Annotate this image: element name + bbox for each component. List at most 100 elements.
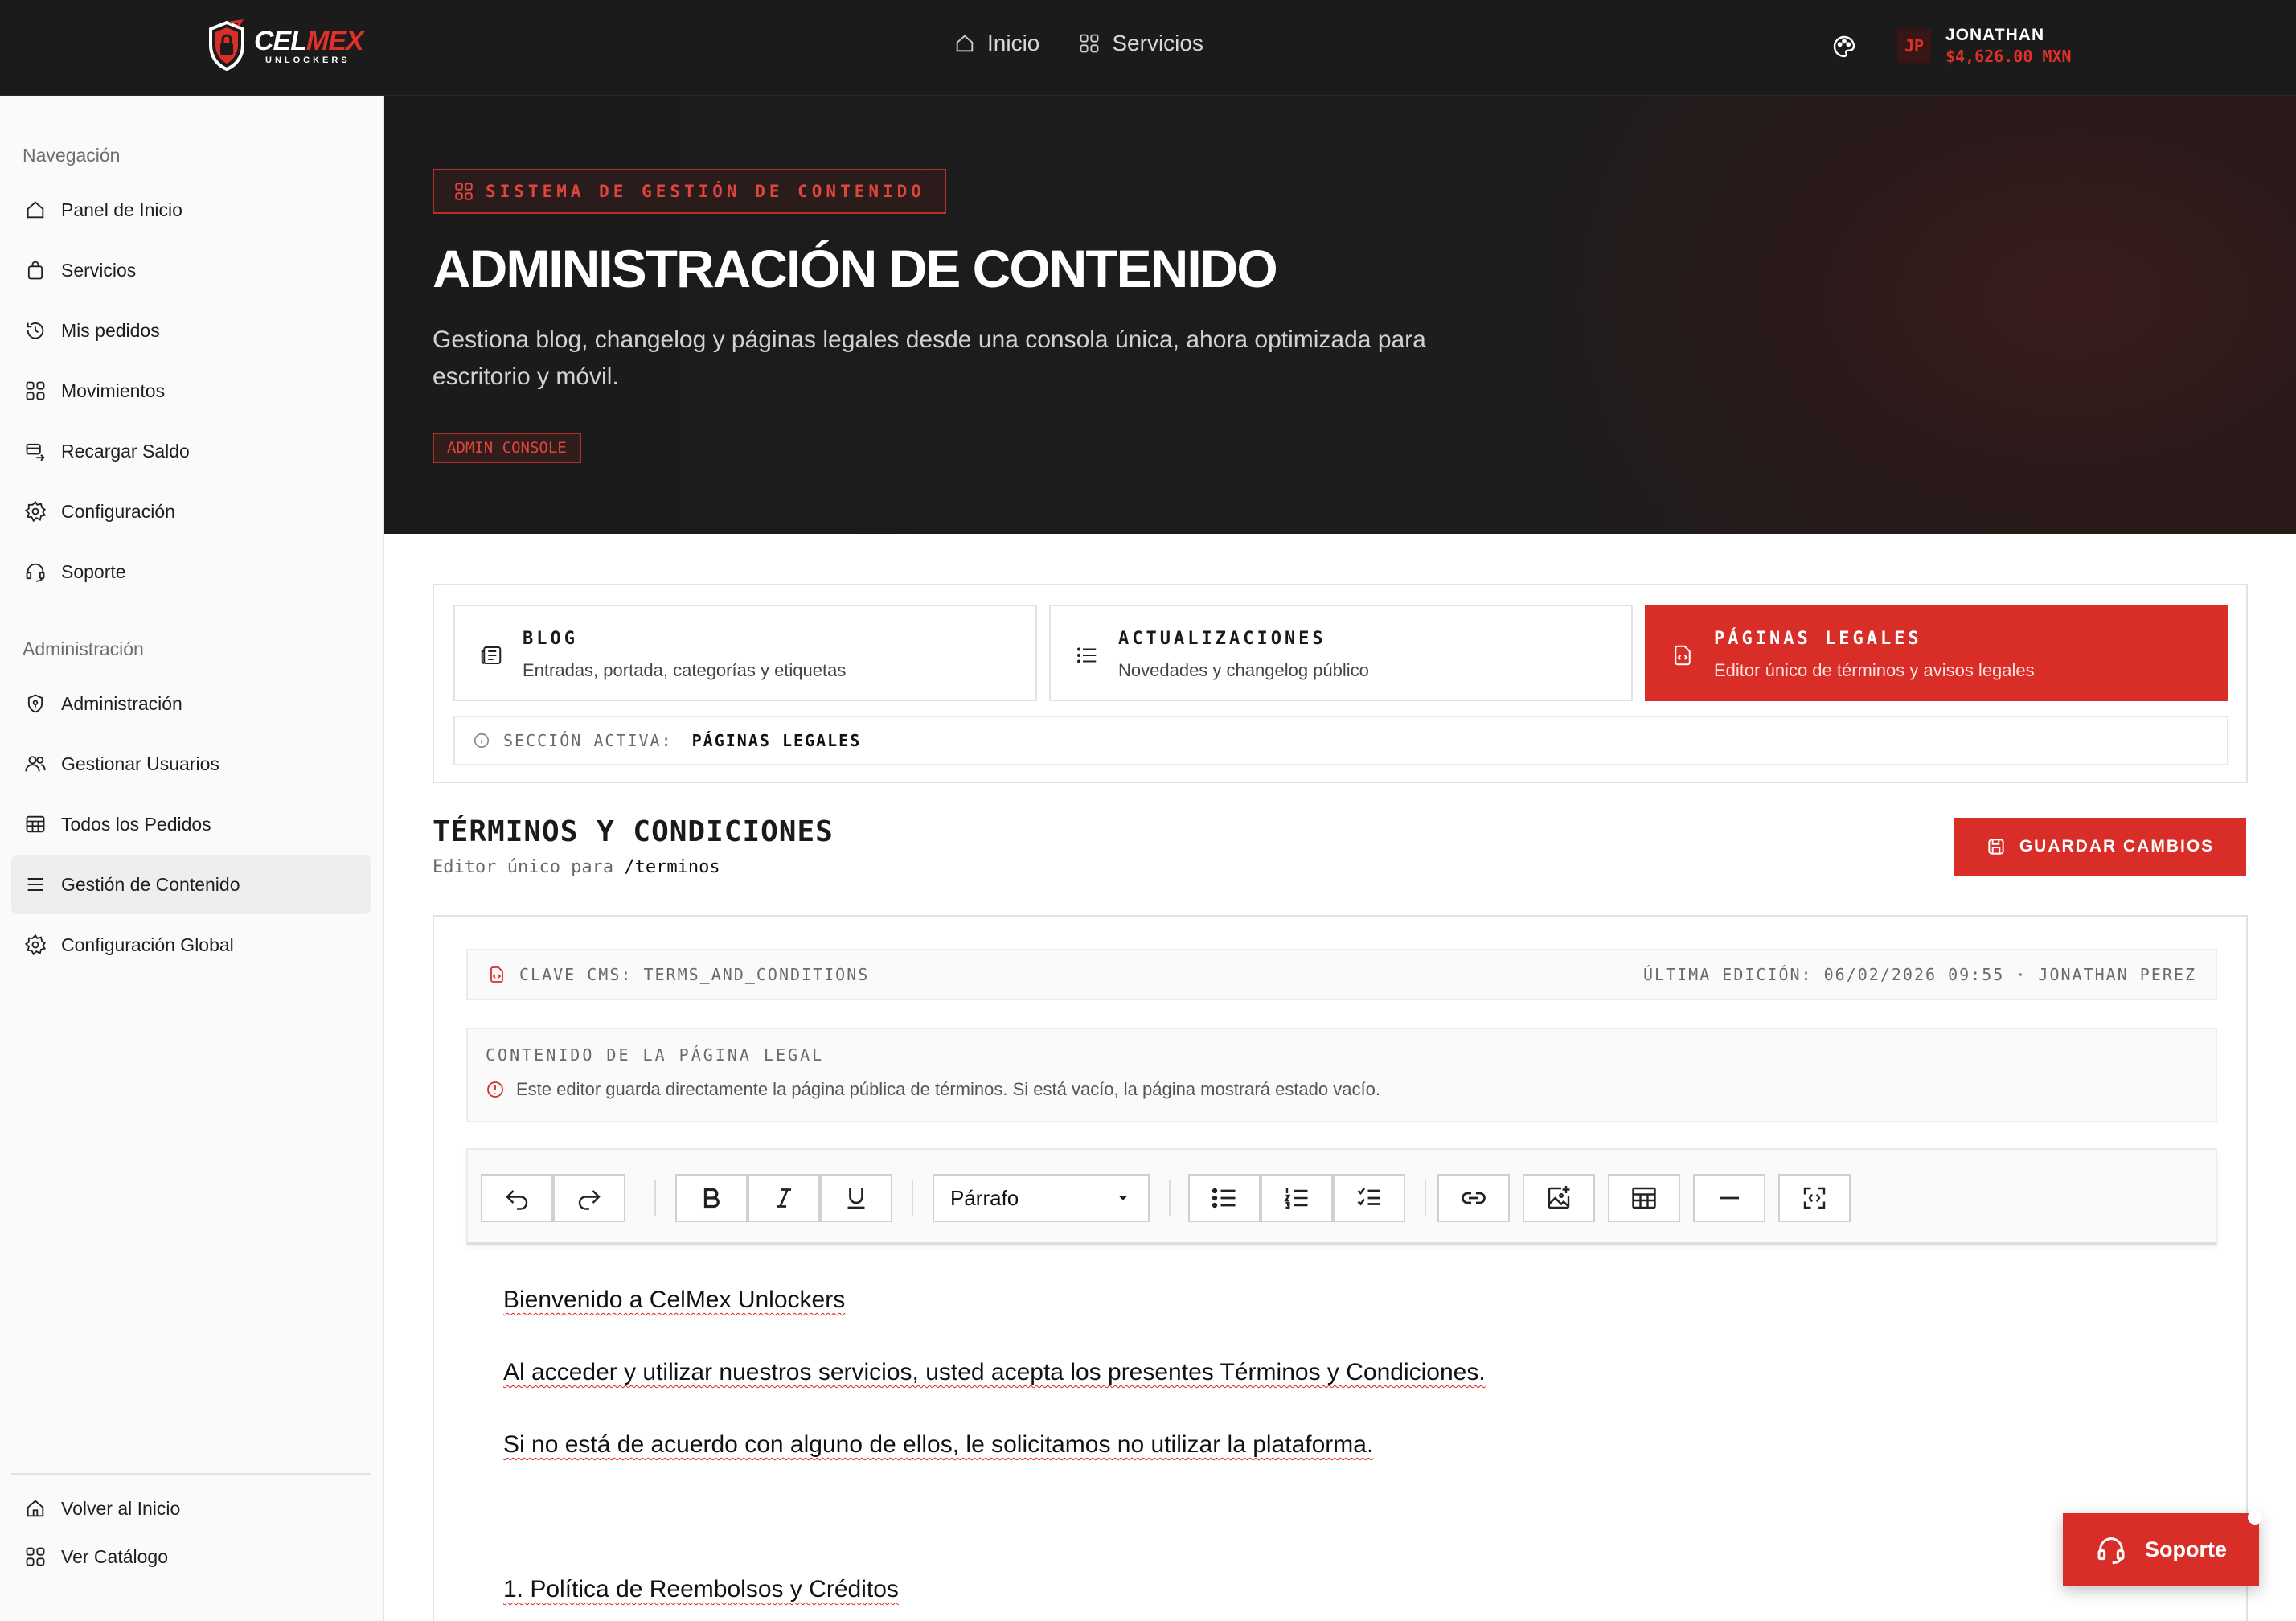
task-list-button[interactable] [1333,1174,1405,1222]
active-section-value: PÁGINAS LEGALES [691,731,862,750]
top-navigation: Inicio Servicios [953,31,1203,56]
sidebar-section-administracion: Administración [23,638,144,659]
sidebar-item-movimientos[interactable]: Movimientos [11,361,371,421]
brand-logo[interactable]: CELMEX UNLOCKERS [206,18,364,74]
insert-image-button[interactable] [1523,1174,1595,1222]
sidebar-item-gestion-contenido[interactable]: Gestión de Contenido [11,855,371,914]
italic-button[interactable] [748,1174,820,1222]
sidebar-item-label: Recargar Saldo [61,440,190,462]
sidebar-item-label: Volver al Inicio [61,1497,181,1519]
sidebar-item-label: Gestión de Contenido [61,873,240,895]
sidebar: Navegación Panel de Inicio Servicios Mis… [0,96,384,1621]
user-menu[interactable]: JP JONATHAN $4,626.00 MXN [1897,26,2072,66]
sidebar-item-label: Panel de Inicio [61,199,182,220]
undo-icon [506,1190,528,1210]
sidebar-item-soporte[interactable]: Soporte [11,542,371,601]
sidebar-item-recargar-saldo[interactable]: Recargar Saldo [11,421,371,481]
sidebar-item-label: Soporte [61,560,126,582]
list-icon [1077,647,1097,663]
gear-icon [24,934,47,956]
tab-blog[interactable]: BLOG Entradas, portada, categorías y eti… [453,605,1037,701]
section-title: TÉRMINOS Y CONDICIONES [433,815,834,848]
table-icon [1632,1187,1656,1209]
table-icon [26,815,45,833]
palette-icon[interactable] [1831,34,1857,60]
numbered-list-icon [1284,1188,1308,1209]
sidebar-item-servicios[interactable]: Servicios [11,240,371,300]
sidebar-item-todos-pedidos[interactable]: Todos los Pedidos [11,794,371,854]
legal-page-editor: CLAVE CMS: TERMS_AND_CONDITIONS ÚLTIMA E… [433,915,2248,1621]
sidebar-item-label: Configuración Global [61,934,234,955]
horizontal-rule-button[interactable] [1693,1174,1765,1222]
content-paragraph: Bienvenido a CelMex Unlockers [503,1287,846,1313]
sidebar-item-label: Todos los Pedidos [61,813,211,835]
sidebar-item-administracion[interactable]: Administración [11,674,371,733]
headset-icon [26,563,45,582]
sidebar-item-panel-inicio[interactable]: Panel de Inicio [11,180,371,240]
sidebar-item-label: Mis pedidos [61,319,160,341]
gear-icon [24,500,47,523]
tab-paginas-legales[interactable]: PÁGINAS LEGALES Editor único de términos… [1645,605,2228,701]
underline-button[interactable] [820,1174,892,1222]
content-section-tabs: BLOG Entradas, portada, categorías y eti… [433,584,2248,783]
toolbar-separator [654,1180,656,1216]
grid-icon [1080,34,1099,53]
recharge-icon [26,443,45,462]
bold-button[interactable] [675,1174,748,1222]
sidebar-item-configuracion[interactable]: Configuración [11,482,371,541]
link-button[interactable] [1437,1174,1510,1222]
numbered-list-button[interactable] [1261,1174,1333,1222]
tab-paginas-legales-title: PÁGINAS LEGALES [1714,629,1922,649]
active-section-indicator: SECCIÓN ACTIVA: PÁGINAS LEGALES [453,716,2228,765]
users-icon [25,756,46,772]
bullet-list-button[interactable] [1188,1174,1261,1222]
home-icon [956,35,974,52]
section-subtitle-path: /terminos [624,857,720,877]
sidebar-item-configuracion-global[interactable]: Configuración Global [11,915,371,975]
tab-blog-title: BLOG [523,629,578,649]
save-changes-button[interactable]: GUARDAR CAMBIOS [1954,818,2246,876]
list-icon [27,877,43,892]
horizontal-rule-icon [1720,1196,1739,1200]
cms-key: CLAVE CMS: TERMS_AND_CONDITIONS [519,965,870,984]
content-paragraph: Si no está de acuerdo con alguno de ello… [503,1431,1374,1458]
tab-actualizaciones[interactable]: ACTUALIZACIONES Novedades y changelog pú… [1049,605,1633,701]
sidebar-item-label: Servicios [61,259,137,281]
alert-circle-icon [487,1081,503,1098]
sidebar-divider [11,1473,371,1475]
block-format-select[interactable]: Párrafo [933,1174,1150,1222]
sidebar-item-mis-pedidos[interactable]: Mis pedidos [11,301,371,360]
shopping-bag-icon [27,261,43,280]
topnav-inicio[interactable]: Inicio [953,31,1039,56]
tab-paginas-legales-subtitle: Editor único de términos y avisos legale… [1714,660,2035,680]
sidebar-item-ver-catalogo[interactable]: Ver Catálogo [11,1531,371,1582]
avatar: JP [1897,29,1931,63]
sidebar-item-volver-inicio[interactable]: Volver al Inicio [11,1483,371,1534]
info-title: CONTENIDO DE LA PÁGINA LEGAL [486,1045,825,1065]
sidebar-item-gestionar-usuarios[interactable]: Gestionar Usuarios [11,734,371,794]
save-changes-label: GUARDAR CAMBIOS [2019,837,2215,856]
undo-button[interactable] [481,1174,553,1222]
home-icon [27,201,44,219]
insert-table-button[interactable] [1608,1174,1680,1222]
topnav-servicios[interactable]: Servicios [1078,31,1203,56]
user-balance: $4,626.00 MXN [1945,47,2072,66]
fullscreen-button[interactable] [1778,1174,1851,1222]
floating-support-button[interactable]: Soporte [2063,1513,2259,1586]
toolbar-separator [912,1180,913,1216]
bullet-list-icon [1212,1188,1236,1209]
fullscreen-icon [1803,1187,1826,1209]
brand-name: CELMEX [254,25,364,56]
newspaper-icon [481,646,502,664]
redo-button[interactable] [553,1174,625,1222]
sidebar-section-navegacion: Navegación [23,145,121,166]
user-name: JONATHAN [1945,26,2045,44]
content-heading: 1. Política de Reembolsos y Créditos [503,1576,899,1603]
underline-icon [847,1188,865,1209]
sidebar-item-label: Administración [61,692,182,714]
floating-support-label: Soporte [2144,1537,2227,1561]
legal-page-icon [1675,645,1691,666]
link-icon [1462,1192,1486,1204]
hero-description: Gestiona blog, changelog y páginas legal… [433,326,1426,390]
grid-icon [455,183,473,200]
